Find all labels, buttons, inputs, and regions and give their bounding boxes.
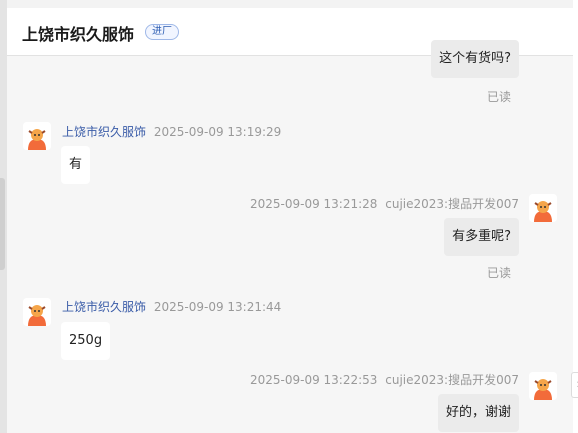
avatar-icon[interactable] <box>23 298 51 326</box>
message-time: 2025-09-09 13:22:53 <box>249 373 378 387</box>
outgoing-message-bubble: 好的，谢谢 <box>437 394 519 432</box>
message-meta: 2025-09-09 13:21:28 cujie2023:搜品开发007 <box>250 195 519 212</box>
status-badge: 进厂 <box>145 24 179 40</box>
left-scroll-thumb[interactable] <box>0 178 5 270</box>
sender-name: 上饶市织久服饰 <box>62 300 147 314</box>
incoming-message-bubble: 有 <box>61 146 91 184</box>
message-time: 2025-09-09 13:21:44 <box>153 300 282 314</box>
avatar-icon[interactable] <box>23 122 51 150</box>
chat-title: 上饶市织久服饰 <box>22 25 135 44</box>
sender-name: 上饶市织久服饰 <box>62 125 147 139</box>
avatar-icon[interactable] <box>529 194 557 222</box>
read-status: 已读 <box>486 90 511 104</box>
right-edge <box>573 0 578 433</box>
message-time: 2025-09-09 13:19:29 <box>153 125 282 139</box>
message-meta: 上饶市织久服饰 2025-09-09 13:21:44 <box>62 298 281 315</box>
incoming-message-bubble: 250g <box>61 322 111 360</box>
read-status: 已读 <box>486 266 511 280</box>
outgoing-message-bubble: 有多重呢? <box>444 218 519 256</box>
message-time: 2025-09-09 13:21:28 <box>249 197 378 211</box>
chat-panel: 上饶市织久服饰 进厂 这个有货吗? 已读 上饶市织久服饰 2025-09-09 … <box>7 8 573 433</box>
left-scroll-strip <box>0 0 7 433</box>
message-meta: 上饶市织久服饰 2025-09-09 13:19:29 <box>62 123 281 140</box>
outgoing-message-bubble: 这个有货吗? <box>431 40 519 78</box>
avatar-icon[interactable] <box>529 372 557 400</box>
chevron-right-icon[interactable]: › <box>571 372 578 398</box>
message-meta: 2025-09-09 13:22:53 cujie2023:搜品开发007 <box>250 371 519 388</box>
sender-name: cujie2023:搜品开发007 <box>385 373 519 387</box>
sender-name: cujie2023:搜品开发007 <box>385 197 519 211</box>
